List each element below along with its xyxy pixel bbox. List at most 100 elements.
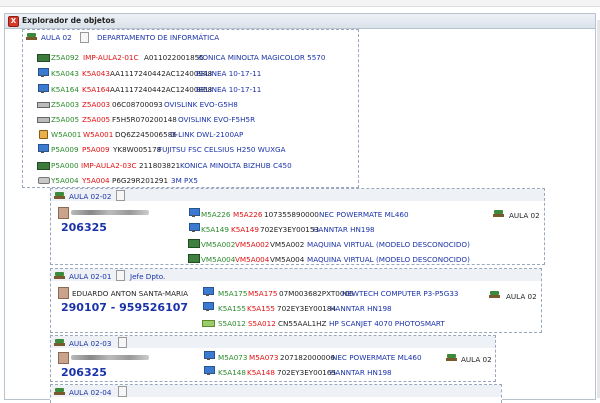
close-button[interactable]: X bbox=[8, 16, 19, 27]
item-model[interactable]: MAQUINA VIRTUAL (MODELO DESCONOCIDO) bbox=[307, 240, 470, 249]
item-serial: A011022001855 bbox=[144, 53, 204, 62]
room-aula-02-01: AULA 02-01 Jefe Dpto. EDUARDO ANTON SANT… bbox=[50, 268, 542, 333]
avatar bbox=[58, 352, 69, 364]
item-code[interactable]: K5A148 bbox=[218, 368, 246, 377]
monitor-icon bbox=[202, 287, 214, 296]
monitor-icon bbox=[37, 144, 49, 153]
monitor-icon bbox=[188, 223, 200, 232]
document-icon[interactable] bbox=[118, 337, 127, 348]
monitor-icon bbox=[37, 68, 49, 77]
item-model[interactable]: NEC POWERMATE ML460 bbox=[332, 353, 422, 362]
item-code[interactable]: K5A164 bbox=[51, 85, 79, 94]
item-model[interactable]: HANNTAR HN198 bbox=[330, 368, 392, 377]
room-label[interactable]: AULA 02-01 bbox=[69, 272, 111, 281]
item-location[interactable]: P5A009 bbox=[82, 145, 110, 154]
room-label[interactable]: AULA 02-03 bbox=[69, 339, 111, 348]
monitor-icon bbox=[37, 84, 49, 93]
item-code[interactable]: Z5A003 bbox=[51, 100, 79, 109]
item-code[interactable]: K5A149 bbox=[201, 225, 229, 234]
monitor-icon bbox=[202, 302, 214, 311]
person-name[interactable]: EDUARDO ANTON SANTA-MARIA bbox=[72, 289, 188, 298]
item-location[interactable]: Y5A004 bbox=[82, 176, 110, 185]
department-label[interactable]: DEPARTAMENTO DE INFORMÁTICA bbox=[97, 33, 219, 42]
room-icon bbox=[54, 191, 65, 200]
item-location[interactable]: K5A149 bbox=[231, 225, 259, 234]
room-icon bbox=[54, 338, 65, 347]
document-icon[interactable] bbox=[116, 270, 125, 281]
item-code[interactable]: S5A012 bbox=[218, 319, 246, 328]
document-icon[interactable] bbox=[80, 32, 89, 43]
item-serial: 06C08700093 bbox=[112, 100, 163, 109]
item-location[interactable]: K5A148 bbox=[247, 368, 275, 377]
room-icon bbox=[54, 387, 65, 396]
room-label[interactable]: AULA 02-04 bbox=[69, 388, 111, 397]
item-serial: 207182000006 bbox=[280, 353, 335, 362]
item-code[interactable]: M5A226 bbox=[201, 210, 230, 219]
item-model[interactable]: NEC POWERMATE ML460 bbox=[319, 210, 409, 219]
item-code[interactable]: M5A175 bbox=[218, 289, 247, 298]
printer-icon bbox=[37, 52, 50, 62]
phone-number: 206325 bbox=[61, 221, 107, 234]
item-model[interactable]: BELINEA 10-17-11 bbox=[196, 69, 261, 78]
item-model[interactable]: NEWTECH COMPUTER P3-P5G33 bbox=[342, 289, 458, 298]
scanner-icon bbox=[202, 317, 215, 327]
access-point-icon bbox=[37, 129, 48, 139]
item-location[interactable]: Z5A005 bbox=[82, 115, 110, 124]
item-model[interactable]: MAQUINA VIRTUAL (MODELO DESCONOCIDO) bbox=[307, 255, 470, 264]
document-icon[interactable] bbox=[116, 190, 125, 201]
item-location[interactable]: M5A175 bbox=[248, 289, 277, 298]
item-model[interactable]: KONICA MINOLTA BIZHUB C450 bbox=[180, 161, 292, 170]
item-location[interactable]: IMP-AULA2-03C bbox=[81, 161, 137, 170]
panel-titlebar: X Explorador de objetos bbox=[5, 14, 595, 29]
item-model[interactable]: 3M PX5 bbox=[171, 176, 198, 185]
item-code[interactable]: VM5A002 bbox=[201, 240, 235, 249]
item-code[interactable]: Z5A005 bbox=[51, 115, 79, 124]
room-label[interactable]: AULA 02-02 bbox=[69, 192, 111, 201]
item-location[interactable]: K5A043 bbox=[82, 69, 110, 78]
item-model[interactable]: FUJITSU FSC CELSIUS H250 WUXGA bbox=[158, 145, 286, 154]
item-serial: YK8W005178 bbox=[113, 145, 162, 154]
item-serial: 702EY3EY00153 bbox=[260, 225, 320, 234]
room-icon bbox=[489, 290, 500, 299]
item-model[interactable]: D-LINK DWL-2100AP bbox=[170, 130, 243, 139]
monitor-icon bbox=[188, 208, 200, 217]
document-icon[interactable] bbox=[118, 386, 127, 397]
phone-number: 290107 - 959526107 bbox=[61, 301, 189, 314]
item-code[interactable]: Y5A004 bbox=[51, 176, 79, 185]
room-aula-02: AULA 02 DEPARTAMENTO DE INFORMÁTICA Z5A0… bbox=[22, 29, 359, 188]
room-tag[interactable]: AULA 02 bbox=[461, 355, 492, 364]
item-code[interactable]: Z5A092 bbox=[51, 53, 79, 62]
item-code[interactable]: P5A009 bbox=[51, 145, 79, 154]
item-model[interactable]: BELINEA 10-17-11 bbox=[196, 85, 261, 94]
item-location[interactable]: K5A155 bbox=[247, 304, 275, 313]
item-location[interactable]: IMP-AULA2-01C bbox=[83, 53, 139, 62]
item-serial: 107355890000 bbox=[264, 210, 319, 219]
item-code[interactable]: M5A073 bbox=[218, 353, 247, 362]
item-location[interactable]: S5A012 bbox=[248, 319, 276, 328]
item-location[interactable]: M5A073 bbox=[249, 353, 278, 362]
room-tag[interactable]: AULA 02 bbox=[509, 211, 540, 220]
room-aula-02-04: AULA 02-04 bbox=[50, 384, 502, 403]
room-label[interactable]: AULA 02 bbox=[41, 33, 72, 42]
panel-title: Explorador de objetos bbox=[22, 16, 116, 25]
item-code[interactable]: K5A043 bbox=[51, 69, 79, 78]
item-model[interactable]: HANNTAR HN198 bbox=[330, 304, 392, 313]
item-code[interactable]: VM5A004 bbox=[201, 255, 235, 264]
item-model[interactable]: HANNTAR HN198 bbox=[313, 225, 375, 234]
item-serial: CN55AAL1HZ bbox=[278, 319, 327, 328]
item-location[interactable]: W5A001 bbox=[83, 130, 113, 139]
room-tag[interactable]: AULA 02 bbox=[506, 292, 537, 301]
item-location[interactable]: M5A226 bbox=[233, 210, 262, 219]
item-model[interactable]: OVISLINK EVO-G5H8 bbox=[164, 100, 238, 109]
item-location[interactable]: K5A164 bbox=[82, 85, 110, 94]
item-code[interactable]: K5A155 bbox=[218, 304, 246, 313]
item-location[interactable]: VM5A002 bbox=[235, 240, 269, 249]
item-location[interactable]: Z5A003 bbox=[82, 100, 110, 109]
item-location[interactable]: VM5A004 bbox=[235, 255, 269, 264]
item-code[interactable]: W5A001 bbox=[51, 130, 81, 139]
item-model[interactable]: HP SCANJET 4070 PHOTOSMART bbox=[329, 319, 445, 328]
item-model[interactable]: KONICA MINOLTA MAGICOLOR 5570 bbox=[198, 53, 325, 62]
item-code[interactable]: P5A000 bbox=[51, 161, 79, 170]
item-model[interactable]: OVISLINK EVO-F5H5R bbox=[178, 115, 255, 124]
room-icon bbox=[493, 209, 504, 218]
